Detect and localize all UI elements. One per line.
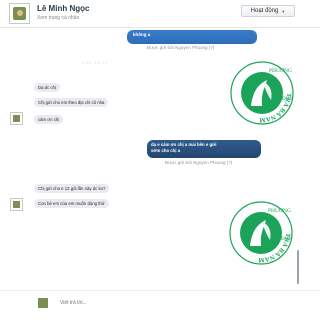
status-dropdown[interactable]: Hoạt động ▼: [241, 5, 295, 17]
status-label: Hoạt động: [250, 8, 279, 14]
view-profile-link[interactable]: Xem trang cá nhân: [37, 15, 79, 21]
scrollbar-thumb[interactable]: [297, 250, 299, 284]
sent-by-label: Được gửi bởi Nguyen Phuong (?): [147, 45, 215, 50]
contact-avatar[interactable]: [9, 3, 30, 24]
header-divider: [0, 27, 320, 28]
user-avatar: [38, 298, 48, 308]
message-text-line: sớm cho chị a: [151, 148, 181, 153]
timestamp: LÚC 11:14: [82, 60, 108, 65]
sender-avatar[interactable]: [10, 112, 23, 125]
reply-input[interactable]: [60, 300, 210, 306]
logo-text-right: PHUƠNG: [268, 207, 291, 214]
logo-text-bottom: ĐƠN: [282, 97, 293, 102]
outgoing-message[interactable]: dạ e cảm ơn chị a mai bên e gửi sớm cho …: [147, 140, 261, 158]
chevron-down-icon: ▼: [281, 8, 286, 14]
contact-name[interactable]: Lê Minh Ngọc: [37, 4, 89, 13]
message-text: Chị gửi cho e 12 gói lần này dc ko?: [38, 186, 106, 191]
tea-brand-logo: TRÀ BÁ NAM PHUƠNG ĐƠN: [230, 61, 294, 125]
incoming-message[interactable]: Chị gửi cho e 12 gói lần này dc ko?: [34, 184, 110, 193]
sender-avatar[interactable]: [10, 198, 23, 211]
logo-text-bottom: ĐƠN: [281, 237, 292, 242]
tea-brand-logo: TRÀ BÁ NAM PHUƠNG ĐƠN: [229, 201, 293, 265]
composer-divider: [0, 290, 320, 291]
message-text: không a: [133, 32, 151, 37]
message-text: cảm ơn chị: [38, 117, 60, 122]
incoming-message[interactable]: Chị gửi cho em theo địa chỉ cũ nha: [34, 98, 109, 107]
message-text: Dạ dc chị: [38, 85, 56, 90]
logo-text-right: PHUƠNG: [269, 67, 292, 74]
message-text: Con bé em của em muốn dùng thử: [38, 201, 105, 206]
message-text: Chị gửi cho em theo địa chỉ cũ nha: [38, 100, 105, 105]
incoming-message[interactable]: cảm ơn chị: [34, 115, 64, 124]
incoming-message[interactable]: Con bé em của em muốn dùng thử: [34, 199, 109, 208]
outgoing-message[interactable]: không a: [127, 30, 257, 44]
incoming-message[interactable]: Dạ dc chị: [34, 83, 60, 92]
sent-by-label: Được gửi bởi Nguyen Phuong (?): [165, 160, 233, 165]
